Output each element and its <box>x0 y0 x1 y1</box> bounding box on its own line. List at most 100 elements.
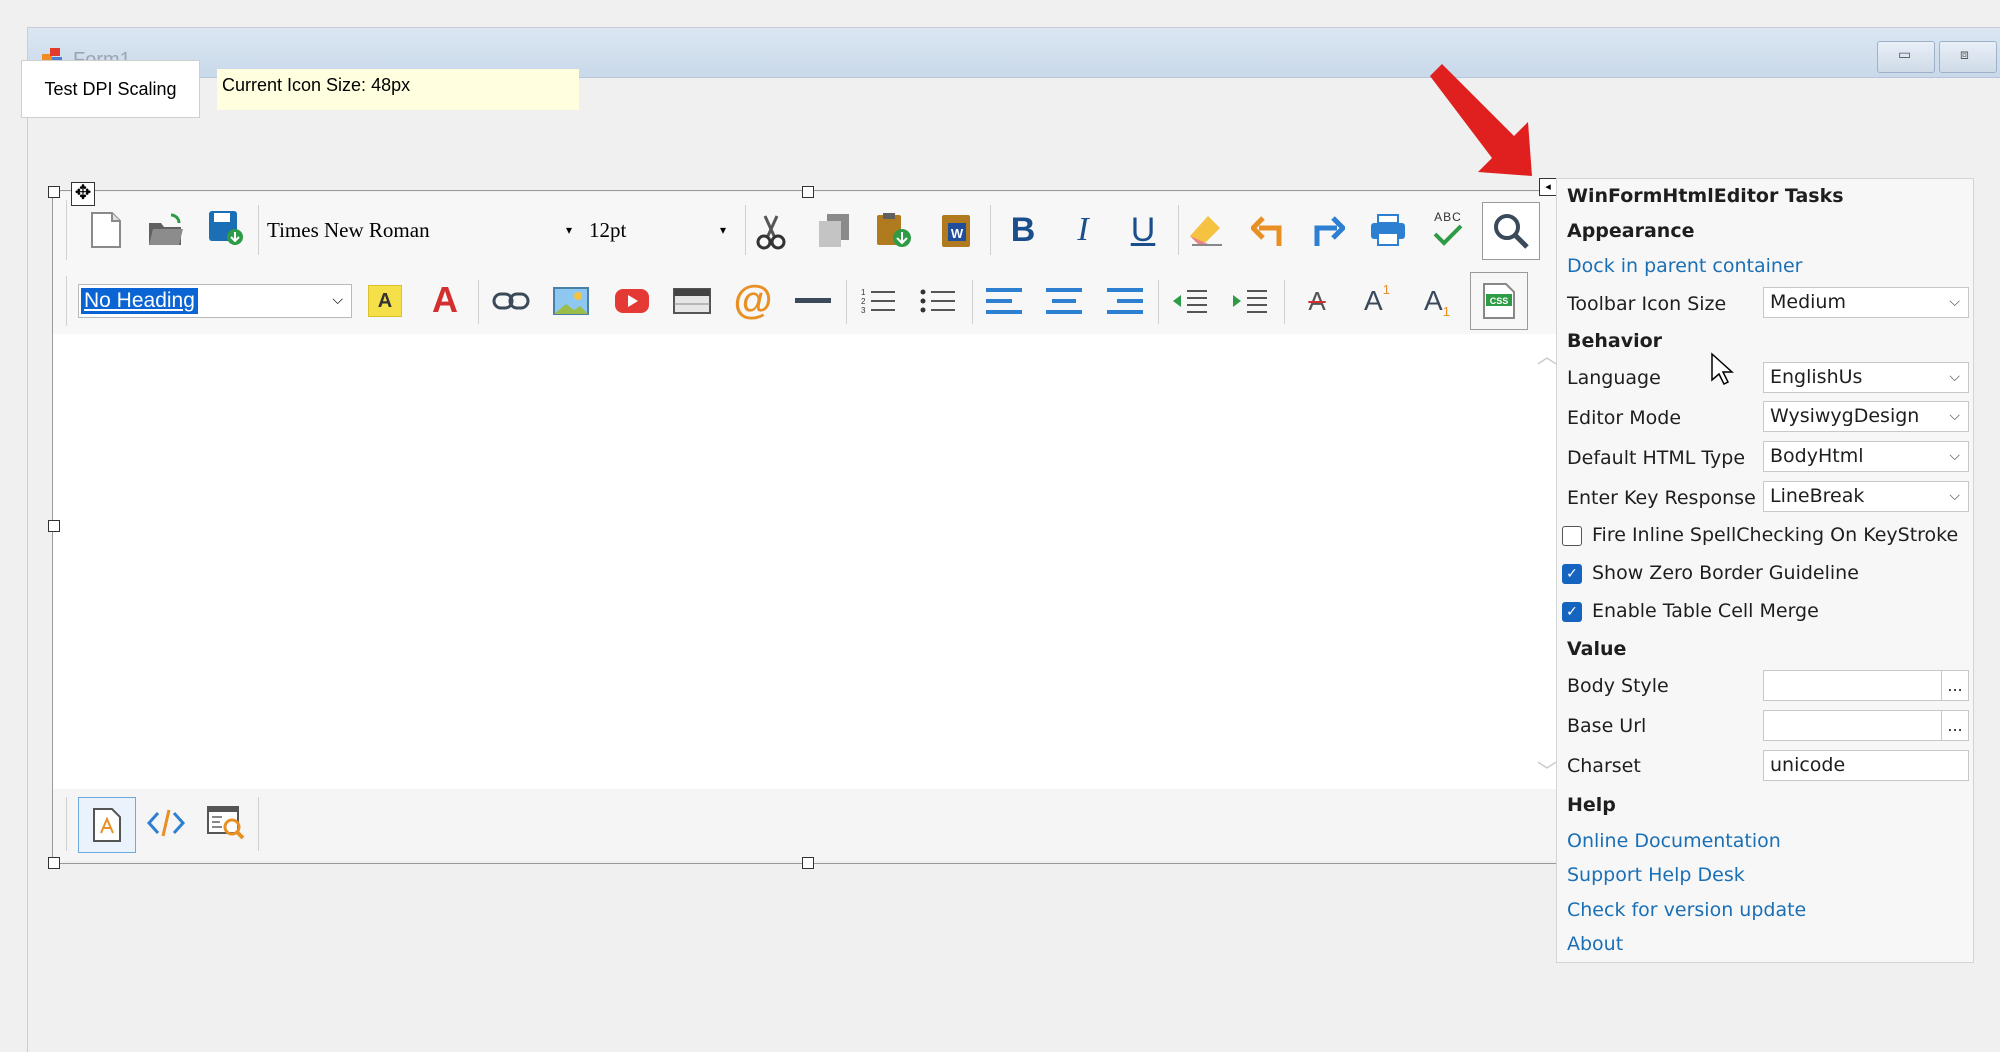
maximize-button[interactable]: ⧈ <box>1939 41 1997 73</box>
cell-merge-checkbox[interactable]: ✓ <box>1562 602 1582 622</box>
design-view-tab[interactable] <box>78 797 136 853</box>
check-version-update-link[interactable]: Check for version update <box>1567 899 1806 921</box>
language-combo[interactable]: EnglishUs ⌵ <box>1763 362 1969 393</box>
enter-key-response-label: Enter Key Response <box>1567 487 1756 509</box>
chevron-down-icon: ▾ <box>719 223 726 237</box>
table-icon[interactable] <box>672 281 712 321</box>
base-url-browse-button[interactable]: ... <box>1941 711 1968 740</box>
resize-handle-bottom-left[interactable] <box>48 857 60 869</box>
resize-handle-top-left[interactable] <box>48 186 60 198</box>
editor-mode-combo[interactable]: WysiwygDesign ⌵ <box>1763 401 1969 432</box>
font-size-value: 12pt <box>589 218 627 242</box>
toolbar-icon-size-combo[interactable]: Medium ⌵ <box>1763 287 1969 318</box>
default-html-type-value: BodyHtml <box>1770 445 1864 467</box>
undo-icon[interactable] <box>1248 210 1288 250</box>
spell-check-button[interactable]: ABC <box>1428 208 1468 248</box>
indent-icon[interactable] <box>1230 281 1270 321</box>
support-help-desk-link[interactable]: Support Help Desk <box>1567 864 1745 886</box>
redo-icon[interactable] <box>1308 210 1348 250</box>
dock-in-parent-link[interactable]: Dock in parent container <box>1567 255 1802 277</box>
underline-button[interactable]: U <box>1123 210 1163 250</box>
minimize-icon: ▭ <box>1898 46 1912 62</box>
align-center-icon[interactable] <box>1044 281 1084 321</box>
font-name-combo[interactable]: Times New Roman ▾ <box>262 210 580 250</box>
body-style-label: Body Style <box>1567 675 1669 697</box>
open-folder-icon[interactable] <box>146 210 186 250</box>
align-right-icon[interactable] <box>1105 281 1145 321</box>
html-source-view-tab[interactable] <box>146 803 186 843</box>
spell-check-label: ABC <box>1434 210 1462 224</box>
enter-key-response-value: LineBreak <box>1770 485 1865 507</box>
save-icon[interactable] <box>206 208 246 248</box>
resize-handle-left[interactable] <box>48 520 60 532</box>
heading-style-combo[interactable]: No Heading ⌵ <box>78 284 352 318</box>
charset-field[interactable]: unicode <box>1763 750 1969 781</box>
new-document-icon[interactable] <box>86 210 126 250</box>
base-url-label: Base Url <box>1567 715 1647 737</box>
move-icon[interactable]: ✥ <box>71 182 95 206</box>
word-letter: W <box>951 226 964 241</box>
online-documentation-link[interactable]: Online Documentation <box>1567 830 1781 852</box>
ordered-list-icon[interactable]: 123 <box>858 281 898 321</box>
chevron-down-icon: ⌵ <box>332 291 343 307</box>
font-size-combo[interactable]: 12pt ▾ <box>584 210 734 250</box>
spellcheck-label[interactable]: Fire Inline SpellChecking On KeyStroke <box>1592 524 1958 546</box>
svg-text:1: 1 <box>861 288 866 297</box>
superscript-mark: 1 <box>1382 281 1390 297</box>
design-view-icon <box>93 808 121 842</box>
print-icon[interactable] <box>1368 210 1408 250</box>
preview-icon <box>207 806 245 840</box>
bold-button[interactable]: B <box>1003 210 1043 250</box>
zero-border-checkbox[interactable]: ✓ <box>1562 564 1582 584</box>
default-html-type-combo[interactable]: BodyHtml ⌵ <box>1763 441 1969 472</box>
strikethrough-button[interactable]: A <box>1297 281 1337 321</box>
enter-key-response-combo[interactable]: LineBreak ⌵ <box>1763 481 1969 512</box>
youtube-icon[interactable] <box>612 281 652 321</box>
red-arrow-annotation <box>1430 64 1532 176</box>
superscript-button[interactable]: A 1 <box>1357 281 1397 321</box>
charset-value: unicode <box>1770 754 1846 776</box>
highlight-color-button[interactable]: A <box>365 281 405 321</box>
resize-handle-bottom[interactable] <box>802 857 814 869</box>
outdent-icon[interactable] <box>1170 281 1210 321</box>
copy-icon[interactable] <box>814 210 854 250</box>
editor-content-area[interactable] <box>53 334 1556 789</box>
resize-handle-top[interactable] <box>802 186 814 198</box>
tasks-panel-title: WinFormHtmlEditor Tasks <box>1567 185 1844 207</box>
find-button[interactable] <box>1482 202 1540 260</box>
help-heading: Help <box>1567 794 1616 816</box>
eraser-icon[interactable] <box>1187 210 1227 250</box>
unordered-list-icon[interactable] <box>918 281 958 321</box>
value-heading: Value <box>1567 638 1627 660</box>
about-link[interactable]: About <box>1567 933 1623 955</box>
preview-view-tab[interactable] <box>206 803 246 843</box>
chevron-down-icon: ⌵ <box>1949 408 1960 424</box>
italic-button[interactable]: I <box>1063 210 1103 250</box>
css-icon: CSS <box>1483 283 1515 319</box>
link-icon[interactable] <box>491 281 531 321</box>
spellcheck-checkbox[interactable] <box>1562 526 1582 546</box>
scroll-down-icon[interactable]: ﹀ <box>1537 755 1557 784</box>
cut-icon[interactable] <box>751 212 791 252</box>
zero-border-label[interactable]: Show Zero Border Guideline <box>1592 562 1859 584</box>
align-left-icon[interactable] <box>984 281 1024 321</box>
image-icon[interactable] <box>551 281 591 321</box>
smart-tag-glyph[interactable]: ◂ <box>1539 178 1557 196</box>
subscript-button[interactable]: A 1 <box>1417 281 1457 321</box>
paste-from-word-icon[interactable]: W <box>937 210 977 250</box>
search-icon <box>1494 214 1529 249</box>
code-icon <box>146 809 186 837</box>
chevron-down-icon: ⌵ <box>1949 294 1960 310</box>
minimize-button[interactable]: ▭ <box>1877 41 1935 73</box>
scroll-up-icon[interactable]: ︿ <box>1537 340 1557 369</box>
paste-icon[interactable] <box>874 210 914 250</box>
test-dpi-scaling-button[interactable]: Test DPI Scaling <box>21 60 200 118</box>
css-edit-button[interactable]: CSS <box>1470 272 1528 330</box>
body-style-browse-button[interactable]: ... <box>1941 671 1968 700</box>
horizontal-rule-icon[interactable] <box>793 281 833 321</box>
base-url-field[interactable]: ... <box>1763 710 1969 741</box>
email-link-icon[interactable]: @ <box>733 278 773 322</box>
cell-merge-label[interactable]: Enable Table Cell Merge <box>1592 600 1819 622</box>
body-style-field[interactable]: ... <box>1763 670 1969 701</box>
font-color-button[interactable]: A <box>425 279 465 320</box>
